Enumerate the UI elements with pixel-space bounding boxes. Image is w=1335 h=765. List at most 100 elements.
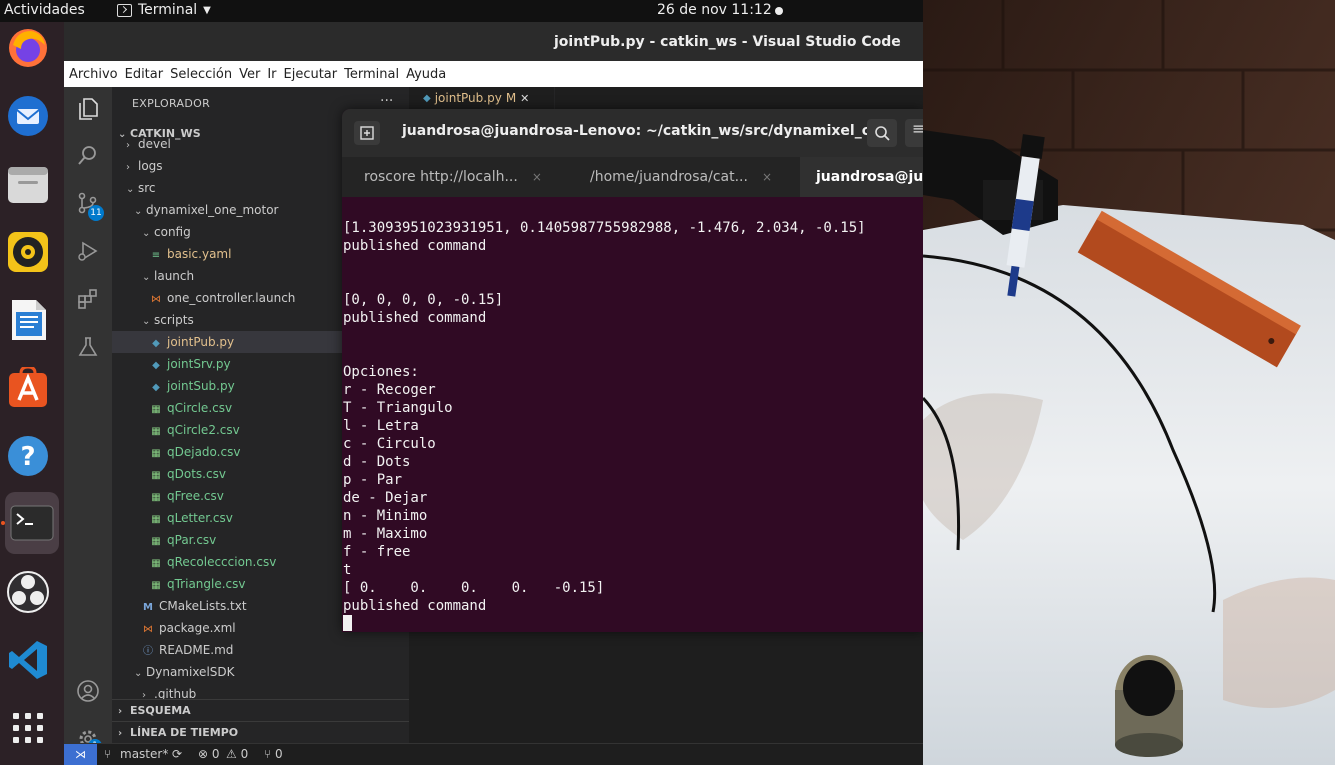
dock-rhythmbox[interactable] [6,230,50,274]
terminal-tab-active[interactable]: juandrosa@jua [800,157,923,197]
tree-item-label: qLetter.csv [167,511,233,525]
terminal-line: [1.3093951023931951, 0.1405987755982988,… [343,220,866,236]
outline-label: ESQUEMA [130,704,191,717]
tree-item-label: one_controller.launch [167,291,296,305]
terminal-search-button[interactable] [867,119,897,147]
new-tab-button[interactable] [354,121,380,145]
timeline-section[interactable]: › LÍNEA DE TIEMPO [112,721,409,743]
firefox-icon [9,29,47,67]
search-icon[interactable] [76,143,100,167]
menu-ejecutar[interactable]: Ejecutar [284,67,344,82]
terminal-lines: [1.3093951023931951, 0.1405987755982988,… [343,219,923,615]
dock-firefox[interactable] [6,26,50,70]
menu-archivo[interactable]: Archivo [69,67,124,82]
menu-terminal[interactable]: Terminal [344,67,405,82]
menu-ayuda[interactable]: Ayuda [406,67,452,82]
chevron-down-icon: ⌄ [142,228,151,239]
remote-indicator-icon[interactable]: ⋊ [64,744,97,765]
tree-item-label: jointSub.py [167,379,235,393]
rhythmbox-icon [8,232,48,272]
ports-count[interactable]: ⑂ 0 [264,747,283,761]
terminal-tab-home[interactable]: /home/juandrosa/cat... × [590,157,772,197]
chevron-down-icon: ⌄ [134,668,143,679]
chevron-down-icon: ⌄ [134,206,143,217]
activity-bar: 11 1 [64,87,112,753]
vscode-title-bar[interactable]: jointPub.py - catkin_ws - Visual Studio … [64,22,923,61]
tree-folder[interactable]: ⌄ DynamixelSDK [112,661,409,683]
terminal-line: r - Recoger [343,382,436,398]
menu-seleccion[interactable]: Selección [170,67,238,82]
dock-writer[interactable] [6,298,50,342]
close-tab-icon[interactable]: × [762,170,772,184]
dock-files[interactable] [6,162,50,206]
terminal-line: published command [343,310,487,326]
terminal-icon [10,505,54,541]
warnings-count[interactable]: ⚠ 0 [226,747,248,761]
extensions-icon[interactable] [76,287,100,311]
dock-thunderbird[interactable] [6,94,50,138]
terminal-tab-roscore[interactable]: roscore http://localh... × [364,157,542,197]
terminal-line: T - Triangulo [343,400,453,416]
menu-ir[interactable]: Ir [267,67,282,82]
writer-icon [12,300,46,340]
tree-folder[interactable]: › .github [112,683,409,699]
tree-item-label: qPar.csv [167,533,217,547]
close-tab-icon[interactable]: × [532,170,542,184]
outline-section[interactable]: › ESQUEMA [112,699,409,721]
chevron-down-icon: ⌄ [142,316,151,327]
webcam-view [923,0,1335,765]
csv-file-icon: ▦ [151,514,161,525]
scm-badge: 11 [88,205,104,221]
git-branch[interactable]: master* [120,747,168,761]
tree-item-label: devel [138,137,171,151]
close-tab-icon[interactable]: ✕ [520,92,529,105]
terminal-line: d - Dots [343,454,411,470]
dock-vscode[interactable] [6,638,50,682]
tree-item-label: README.md [159,643,234,657]
terminal-line: [ 0. 0. 0. 0. -0.15] [343,580,605,596]
terminal-header-bar[interactable]: juandrosa@juandrosa-Lenovo: ~/catkin_ws/… [342,109,923,157]
testing-icon[interactable] [76,335,100,359]
terminal-output[interactable]: [1.3093951023931951, 0.1405987755982988,… [343,197,923,632]
dock-terminal[interactable] [5,492,59,554]
tree-item-label: qFree.csv [167,489,224,503]
explorer-icon[interactable] [76,97,100,121]
activities-button[interactable]: Actividades [4,2,85,18]
menu-editar[interactable]: Editar [125,67,170,82]
terminal-line: p - Par [343,472,403,488]
tree-item-label: qCircle2.csv [167,423,240,437]
dock-show-apps[interactable] [6,706,50,750]
app-menu-button[interactable]: Terminal ▼ [117,2,211,18]
software-icon [9,367,47,407]
menu-ver[interactable]: Ver [239,67,266,82]
robot-drawing-photo [923,0,1335,765]
dock-obs[interactable] [6,570,50,614]
tree-item-label: basic.yaml [167,247,232,261]
dock-help[interactable]: ? [6,434,50,478]
account-icon[interactable] [76,679,100,703]
tree-item-label: qCircle.csv [167,401,233,415]
terminal-window: juandrosa@juandrosa-Lenovo: ~/catkin_ws/… [342,109,923,632]
terminal-line: l - Letra [343,418,419,434]
dock: ? [0,22,64,765]
py-file-icon: ◆ [152,382,160,393]
sync-icon[interactable]: ⟳ [172,747,182,761]
tree-item-label: qDejado.csv [167,445,241,459]
chevron-down-icon: ⌄ [126,184,135,195]
source-control-icon[interactable]: 11 [76,191,104,221]
editor-tab-jointpub[interactable]: ◆ jointPub.py M ✕ [409,87,555,109]
errors-count[interactable]: ⊗ 0 [198,747,220,761]
hamburger-menu-icon[interactable]: ≡ [905,119,923,147]
clock[interactable]: 26 de nov 11:12 [657,2,772,18]
tree-file[interactable]: ⓘ README.md [112,639,409,661]
vscode-icon [9,641,47,679]
csv-file-icon: ▦ [151,448,161,459]
run-debug-icon[interactable] [76,239,100,263]
terminal-icon [117,3,132,17]
svg-text:?: ? [20,442,35,472]
dock-software[interactable] [6,366,50,410]
new-tab-icon [360,126,374,140]
chevron-down-icon: ⌄ [142,272,151,283]
terminal-line: t [343,562,352,578]
